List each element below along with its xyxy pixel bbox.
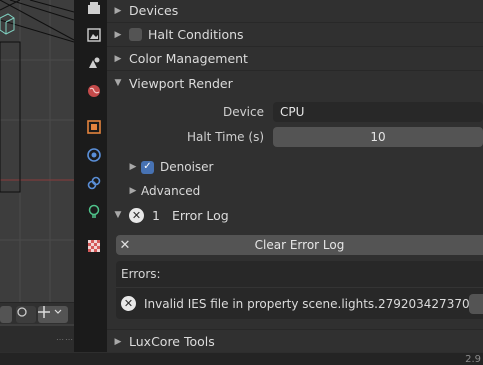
viewport-footer: ⋯⋯ <box>0 326 80 352</box>
errors-heading: Errors: <box>121 267 161 281</box>
expand-arrow-icon[interactable]: ▶ <box>107 337 129 347</box>
properties-panel: ▶ Devices ▶ Halt Conditions ▶ Color Mana… <box>107 0 483 352</box>
error-icon: ✕ <box>121 296 136 311</box>
collapse-arrow-icon[interactable]: ▼ <box>107 210 129 220</box>
divider <box>116 287 483 288</box>
close-icon: ✕ <box>119 237 131 253</box>
section-luxcore-tools[interactable]: ▶ LuxCore Tools <box>107 329 483 353</box>
physics-icon[interactable] <box>82 144 105 166</box>
section-label: Color Management <box>129 51 248 66</box>
halt-conditions-checkbox[interactable] <box>129 28 142 41</box>
view-layer-icon[interactable] <box>82 52 105 74</box>
device-dropdown[interactable]: CPU <box>273 102 483 122</box>
section-error-log[interactable]: ▼ ✕ 1 Error Log <box>107 203 483 227</box>
halt-time-value: 10 <box>370 130 386 144</box>
denoiser-label: Denoiser <box>160 160 214 174</box>
snap-icon[interactable] <box>16 306 36 323</box>
section-label: Devices <box>129 3 179 18</box>
viewport-header-toolbar <box>0 302 74 324</box>
section-label: LuxCore Tools <box>129 334 215 349</box>
expand-arrow-icon[interactable]: ▶ <box>107 54 129 64</box>
device-value: CPU <box>280 105 305 119</box>
expand-arrow-icon[interactable]: ▶ <box>125 162 141 172</box>
section-color-management[interactable]: ▶ Color Management <box>107 47 483 71</box>
version-text: 2.9 <box>465 354 481 365</box>
section-devices[interactable]: ▶ Devices <box>107 0 483 23</box>
subsection-advanced[interactable]: ▶ Advanced <box>125 184 201 198</box>
errors-box: Errors: ✕ Invalid IES file in property s… <box>116 261 483 319</box>
device-label: Device <box>222 105 264 119</box>
transform-pivot-dropdown[interactable] <box>38 306 68 323</box>
expand-arrow-icon[interactable]: ▶ <box>107 30 129 40</box>
copy-error-button[interactable] <box>469 294 483 314</box>
resize-grip-icon[interactable]: ⋯⋯ <box>56 335 74 344</box>
halt-time-label: Halt Time (s) <box>186 130 264 144</box>
render-icon[interactable] <box>82 0 105 20</box>
section-halt-conditions[interactable]: ▶ Halt Conditions <box>107 23 483 47</box>
error-icon: ✕ <box>129 207 144 223</box>
properties-tabs <box>80 0 107 352</box>
section-viewport-render[interactable]: ▼ Viewport Render <box>107 71 483 95</box>
viewport-wireframe <box>0 0 80 302</box>
expand-arrow-icon[interactable]: ▶ <box>107 6 129 16</box>
3d-viewport[interactable]: ⋯⋯ <box>0 0 80 352</box>
world-icon[interactable] <box>82 80 105 102</box>
constraints-icon[interactable] <box>82 172 105 194</box>
object-data-icon[interactable] <box>82 200 105 222</box>
denoiser-checkbox[interactable]: ✓ <box>141 160 154 174</box>
error-message: Invalid IES file in property scene.light… <box>144 296 478 311</box>
section-label: Halt Conditions <box>148 27 244 42</box>
subsection-denoiser[interactable]: ▶ ✓ Denoiser <box>125 160 214 174</box>
clear-error-log-button[interactable]: ✕ Clear Error Log <box>116 235 483 255</box>
status-bar: 2.9 <box>0 352 483 365</box>
advanced-label: Advanced <box>141 184 201 198</box>
expand-arrow-icon[interactable]: ▶ <box>125 186 141 196</box>
toggle-button[interactable] <box>0 306 12 323</box>
output-icon[interactable] <box>82 24 105 46</box>
clear-error-log-label: Clear Error Log <box>254 238 345 252</box>
error-log-title: Error Log <box>171 207 229 223</box>
section-label: Viewport Render <box>129 75 233 91</box>
texture-icon[interactable] <box>82 235 105 257</box>
object-icon[interactable] <box>82 116 105 138</box>
halt-time-field[interactable]: 10 <box>273 127 483 147</box>
error-count: 1 <box>152 207 160 223</box>
collapse-arrow-icon[interactable]: ▼ <box>107 78 129 88</box>
pivot-grid-icon <box>38 306 62 318</box>
error-entry: ✕ Invalid IES file in property scene.lig… <box>121 296 477 311</box>
